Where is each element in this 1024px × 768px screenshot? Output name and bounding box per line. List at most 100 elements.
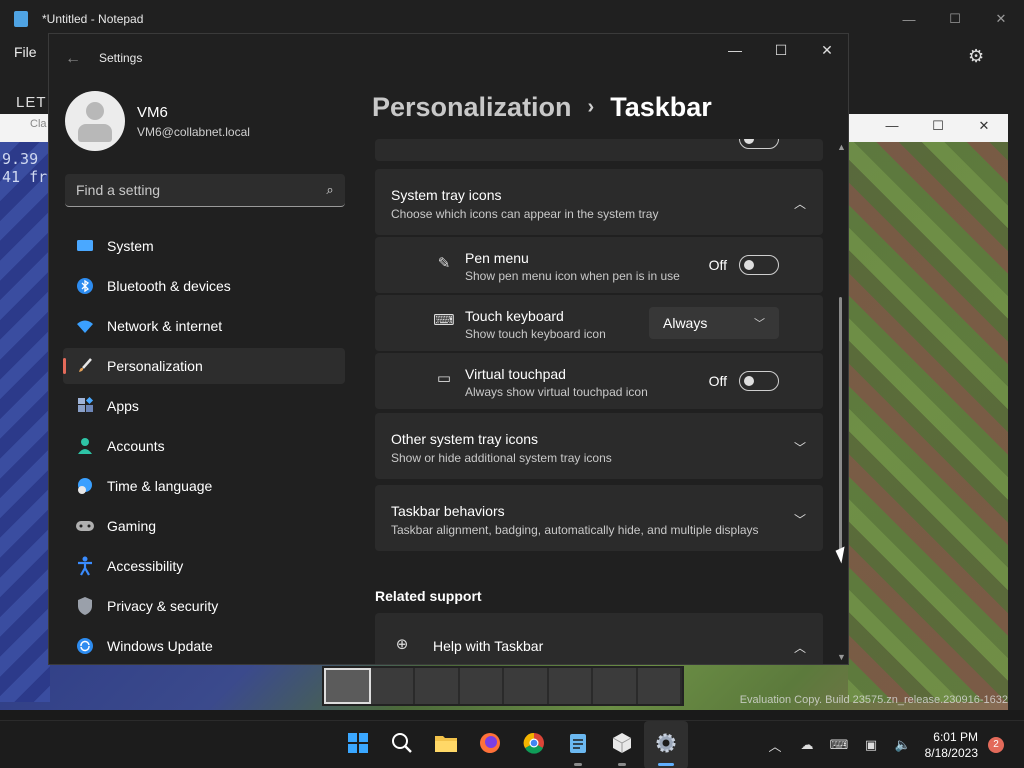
chevron-down-icon[interactable]: ﹀ bbox=[793, 439, 807, 455]
pen-menu-row: ✎ Pen menu Show pen menu icon when pen i… bbox=[375, 237, 823, 293]
settings-title: Settings bbox=[99, 51, 143, 65]
scroll-up-icon[interactable]: ▲ bbox=[837, 142, 846, 152]
settings-window: ← Settings — ☐ ✕ VM6 VM6@collabnet.local… bbox=[48, 33, 849, 665]
chevron-up-icon[interactable]: ︿ bbox=[793, 639, 807, 655]
touchpad-icon: ▭ bbox=[436, 370, 452, 387]
firefox-button[interactable] bbox=[468, 721, 512, 768]
settings-titlebar: ← Settings — ☐ ✕ bbox=[49, 34, 848, 82]
start-button[interactable] bbox=[336, 721, 380, 768]
search-icon[interactable]: ⌕ bbox=[315, 182, 345, 198]
sidebar-item-network[interactable]: Network & internet bbox=[63, 308, 345, 344]
hotbar-slot[interactable] bbox=[459, 668, 504, 704]
search-button[interactable] bbox=[380, 721, 424, 768]
clock[interactable]: 6:01 PM 8/18/2023 bbox=[918, 729, 978, 761]
virtual-touchpad-toggle[interactable] bbox=[739, 371, 779, 391]
game-hotbar[interactable] bbox=[322, 666, 684, 706]
minimize-icon[interactable]: — bbox=[886, 0, 932, 38]
system-tray-icons-expander[interactable]: System tray icons Choose which icons can… bbox=[375, 169, 823, 235]
chevron-up-icon[interactable]: ︿ bbox=[793, 195, 807, 211]
card-subtitle: Show or hide additional system tray icon… bbox=[391, 451, 612, 465]
search-box[interactable]: ⌕ bbox=[65, 174, 345, 207]
related-support-heading: Related support bbox=[375, 588, 482, 604]
card-title: System tray icons bbox=[391, 187, 502, 203]
chevron-up-icon[interactable]: ︿ bbox=[764, 736, 786, 755]
card-title: Taskbar behaviors bbox=[391, 503, 505, 519]
profile-name: VM6 bbox=[137, 103, 168, 121]
sidebar-item-label: Time & language bbox=[107, 478, 213, 494]
row-title: Pen menu bbox=[465, 250, 529, 266]
previous-setting-toggle[interactable] bbox=[739, 139, 779, 149]
folder-icon bbox=[434, 733, 458, 758]
close-icon[interactable]: ✕ bbox=[964, 118, 1004, 138]
touch-keyboard-dropdown[interactable]: Always ﹀ bbox=[649, 307, 779, 339]
search-input[interactable] bbox=[65, 182, 315, 198]
touch-keyboard-row: ⌨ Touch keyboard Show touch keyboard ico… bbox=[375, 295, 823, 351]
shield-icon bbox=[75, 596, 95, 616]
settings-button[interactable] bbox=[644, 721, 688, 768]
maximize-icon[interactable]: ☐ bbox=[918, 118, 958, 138]
sidebar-item-label: Apps bbox=[107, 398, 139, 414]
hotbar-slot[interactable] bbox=[324, 668, 371, 704]
user-profile[interactable]: VM6 VM6@collabnet.local bbox=[65, 91, 250, 151]
clock-time: 6:01 PM bbox=[933, 730, 978, 744]
card-subtitle: Taskbar alignment, badging, automaticall… bbox=[391, 523, 759, 537]
hotbar-slot[interactable] bbox=[637, 668, 682, 704]
back-arrow-icon[interactable]: ← bbox=[65, 50, 81, 68]
notepad-menu-file[interactable]: File bbox=[14, 44, 37, 60]
hotbar-slot[interactable] bbox=[548, 668, 593, 704]
sidebar-item-personalization[interactable]: Personalization bbox=[63, 348, 345, 384]
taskbar: ︿ ☁ ⌨ ▣ 🔈 6:01 PM 8/18/2023 2 bbox=[0, 720, 1024, 768]
sidebar-item-accounts[interactable]: Accounts bbox=[63, 428, 345, 464]
keyboard-icon[interactable]: ⌨ bbox=[828, 737, 850, 753]
person-icon bbox=[75, 436, 95, 456]
sidebar-item-label: Accounts bbox=[107, 438, 165, 454]
scroll-thumb[interactable] bbox=[839, 297, 842, 557]
sidebar-item-apps[interactable]: Apps bbox=[63, 388, 345, 424]
minimize-icon[interactable]: — bbox=[712, 34, 758, 66]
hotbar-slot[interactable] bbox=[504, 668, 549, 704]
hotbar-slot[interactable] bbox=[415, 668, 460, 704]
sidebar-item-privacy[interactable]: Privacy & security bbox=[63, 588, 345, 624]
sidebar-item-time-language[interactable]: Time & language bbox=[63, 468, 345, 504]
sidebar-item-windows-update[interactable]: Windows Update bbox=[63, 628, 345, 664]
volume-icon[interactable]: 🔈 bbox=[892, 737, 914, 753]
cloud-offline-icon[interactable]: ☁ bbox=[796, 737, 818, 753]
file-explorer-button[interactable] bbox=[424, 721, 468, 768]
taskbar-behaviors-expander[interactable]: Taskbar behaviors Taskbar alignment, bad… bbox=[375, 485, 823, 551]
maximize-icon[interactable]: ☐ bbox=[932, 0, 978, 38]
sidebar-item-system[interactable]: System bbox=[63, 228, 345, 264]
game-app-button[interactable] bbox=[600, 721, 644, 768]
scroll-down-icon[interactable]: ▼ bbox=[837, 652, 846, 662]
other-system-tray-icons-expander[interactable]: Other system tray icons Show or hide add… bbox=[375, 413, 823, 479]
row-subtitle: Show pen menu icon when pen is in use bbox=[465, 269, 680, 283]
pen-menu-toggle[interactable] bbox=[739, 255, 779, 275]
page-title: Taskbar bbox=[610, 92, 712, 122]
gear-icon[interactable]: ⚙ bbox=[968, 46, 988, 66]
minimize-icon[interactable]: — bbox=[872, 118, 912, 138]
firefox-icon bbox=[479, 732, 501, 759]
notification-badge[interactable]: 2 bbox=[988, 737, 1004, 753]
notepad-window-controls: — ☐ ✕ bbox=[886, 0, 1024, 38]
maximize-icon[interactable]: ☐ bbox=[758, 34, 804, 66]
globe-help-icon: ⊕ bbox=[395, 636, 409, 653]
network-icon[interactable]: ▣ bbox=[860, 737, 882, 753]
sidebar-item-gaming[interactable]: Gaming bbox=[63, 508, 345, 544]
sidebar-item-label: Gaming bbox=[107, 518, 157, 534]
content-scrollbar[interactable]: ▲ ▼ bbox=[837, 142, 846, 662]
sidebar-item-accessibility[interactable]: Accessibility bbox=[63, 548, 345, 584]
close-icon[interactable]: ✕ bbox=[978, 0, 1024, 38]
chrome-button[interactable] bbox=[512, 721, 556, 768]
sidebar-item-bluetooth[interactable]: Bluetooth & devices bbox=[63, 268, 345, 304]
hotbar-slot[interactable] bbox=[370, 668, 415, 704]
breadcrumb-parent[interactable]: Personalization bbox=[372, 92, 572, 123]
pen-icon: ✎ bbox=[437, 255, 451, 272]
help-with-taskbar-expander[interactable]: ⊕ Help with Taskbar ︿ bbox=[375, 613, 823, 664]
chevron-down-icon[interactable]: ﹀ bbox=[793, 511, 807, 527]
chrome-icon bbox=[523, 732, 545, 759]
avatar[interactable] bbox=[65, 91, 125, 151]
update-icon bbox=[75, 636, 95, 656]
notepad-button[interactable] bbox=[556, 721, 600, 768]
close-icon[interactable]: ✕ bbox=[804, 34, 848, 66]
game-stat-line: 9.39 bbox=[2, 150, 39, 168]
hotbar-slot[interactable] bbox=[593, 668, 638, 704]
